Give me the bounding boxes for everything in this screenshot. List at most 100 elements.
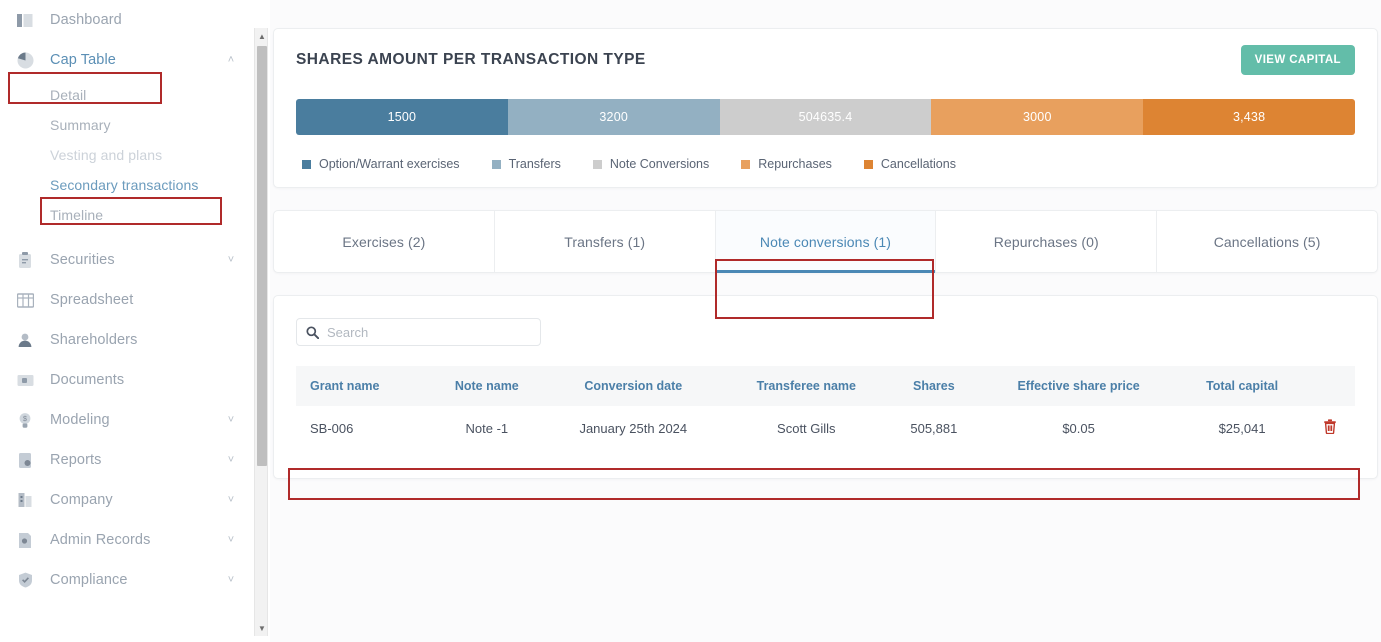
table-header: Grant name Note name Conversion date Tra… xyxy=(296,366,1355,406)
legend-swatch-icon xyxy=(863,159,873,169)
legend-item-repurchases[interactable]: Repurchases xyxy=(741,157,832,171)
tab-note-conversions[interactable]: Note conversions (1) xyxy=(715,211,937,273)
tab-label: Transfers (1) xyxy=(564,233,646,250)
sidebar-item-spreadsheet[interactable]: Spreadsheet xyxy=(0,280,252,320)
search-box[interactable] xyxy=(296,318,541,346)
chevron-down-icon[interactable]: ˅ xyxy=(220,534,242,546)
cell-conversion-date: January 25th 2024 xyxy=(579,420,688,436)
search-icon xyxy=(306,325,319,339)
sidebar-subitem-label: Secondary transactions xyxy=(50,177,199,193)
cell-effective-share-price: $0.05 xyxy=(1062,420,1095,436)
column-header-total-capital[interactable]: Total capital xyxy=(1179,366,1305,406)
sidebar-item-label: Spreadsheet xyxy=(50,292,134,308)
legend-item-transfers[interactable]: Transfers xyxy=(491,157,561,171)
legend-item-cancellations[interactable]: Cancellations xyxy=(863,157,956,171)
cell-total-capital: $25,041 xyxy=(1218,420,1266,436)
chevron-down-icon[interactable]: ˅ xyxy=(220,454,242,466)
bar-segment-value: 3200 xyxy=(599,110,628,124)
admin-icon xyxy=(14,529,36,551)
tab-label: Note conversions (1) xyxy=(759,233,892,250)
chevron-down-icon[interactable]: ˅ xyxy=(220,494,242,506)
lightbulb-icon: $ xyxy=(14,409,36,431)
bar-segment-value: 3,438 xyxy=(1232,110,1266,124)
column-header-conversion-date[interactable]: Conversion date xyxy=(543,366,723,406)
column-header-actions xyxy=(1305,366,1355,406)
bar-segment-value: 3000 xyxy=(1022,110,1052,124)
shares-chart-card: SHARES AMOUNT PER TRANSACTION TYPE VIEW … xyxy=(273,28,1378,188)
legend-label: Option/Warrant exercises xyxy=(319,157,460,171)
legend-label: Note Conversions xyxy=(609,157,710,171)
tab-exercises[interactable]: Exercises (2) xyxy=(274,211,495,272)
sidebar-item-label: Admin Records xyxy=(50,532,151,548)
sidebar-subitem-vesting-and-plans[interactable]: Vesting and plans xyxy=(0,140,252,170)
sidebar-subitem-label: Summary xyxy=(50,117,111,133)
column-header-shares[interactable]: Shares xyxy=(889,366,979,406)
search-input[interactable] xyxy=(327,324,531,340)
legend-label: Cancellations xyxy=(880,157,956,171)
sidebar-scrollbar[interactable]: ▲ ▼ xyxy=(254,28,268,636)
sidebar-subitem-secondary-transactions[interactable]: Secondary transactions xyxy=(0,170,252,200)
chevron-up-icon[interactable]: ˄ xyxy=(220,54,242,66)
trash-icon[interactable] xyxy=(1323,419,1337,434)
sidebar-item-documents[interactable]: Documents xyxy=(0,360,252,400)
tab-transfers[interactable]: Transfers (1) xyxy=(495,211,716,272)
scroll-down-arrow-icon[interactable]: ▼ xyxy=(255,620,269,636)
sidebar-item-dashboard[interactable]: Dashboard xyxy=(0,0,252,40)
sidebar-item-company[interactable]: Company ˅ xyxy=(0,480,252,520)
cell-shares: 505,881 xyxy=(910,420,958,436)
bar-segment-transfers[interactable]: 3200 xyxy=(507,99,720,135)
stacked-bar-chart: 1500 3200 504635.4 3000 3,438 xyxy=(296,99,1355,135)
note-conversions-table-card: Grant name Note name Conversion date Tra… xyxy=(273,295,1378,479)
legend-swatch-icon xyxy=(592,159,602,169)
tab-cancellations[interactable]: Cancellations (5) xyxy=(1157,211,1377,272)
sidebar-item-reports[interactable]: Reports ˅ xyxy=(0,440,252,480)
cell-actions xyxy=(1305,406,1355,450)
sidebar-subitem-detail[interactable]: Detail xyxy=(0,80,252,110)
sidebar-subitem-timeline[interactable]: Timeline xyxy=(0,200,252,230)
tab-label: Repurchases (0) xyxy=(993,233,1099,250)
column-header-effective-share-price[interactable]: Effective share price xyxy=(978,366,1180,406)
column-header-note-name[interactable]: Note name xyxy=(429,366,544,406)
sidebar-item-label: Reports xyxy=(50,452,102,468)
scrollbar-thumb[interactable] xyxy=(257,46,267,466)
tab-label: Cancellations (5) xyxy=(1213,233,1321,250)
sidebar-item-cap-table[interactable]: Cap Table ˄ xyxy=(0,40,252,80)
column-header-grant-name[interactable]: Grant name xyxy=(296,366,430,406)
table-body: SB-006 Note -1 January 25th 2024 Scott G… xyxy=(296,406,1355,450)
cell-transferee-name: Scott Gills xyxy=(777,420,836,436)
legend-item-option-warrant-exercises[interactable]: Option/Warrant exercises xyxy=(302,157,460,171)
chevron-down-icon[interactable]: ˅ xyxy=(220,254,242,266)
table-header-row: Grant name Note name Conversion date Tra… xyxy=(296,366,1355,406)
bar-segment-repurchases[interactable]: 3000 xyxy=(931,99,1144,135)
user-icon xyxy=(14,329,36,351)
cell-grant-name: SB-006 xyxy=(310,420,354,436)
shield-check-icon xyxy=(14,569,36,591)
table-row[interactable]: SB-006 Note -1 January 25th 2024 Scott G… xyxy=(296,406,1355,450)
column-header-transferee-name[interactable]: Transferee name xyxy=(722,366,890,406)
sidebar-item-compliance[interactable]: Compliance ˅ xyxy=(0,560,252,600)
sidebar: Dashboard Cap Table ˄ Detail Summary Ves… xyxy=(0,0,252,642)
folder-icon xyxy=(14,369,36,391)
tab-repurchases[interactable]: Repurchases (0) xyxy=(936,211,1158,272)
sidebar-item-label: Modeling xyxy=(50,412,110,428)
bar-segment-cancellations[interactable]: 3,438 xyxy=(1143,99,1355,135)
svg-text:$: $ xyxy=(23,416,27,423)
legend-item-note-conversions[interactable]: Note Conversions xyxy=(592,157,710,171)
bar-segment-note-conversions[interactable]: 504635.4 xyxy=(719,99,932,135)
sidebar-item-modeling[interactable]: $ Modeling ˅ xyxy=(0,400,252,440)
view-capital-button[interactable]: VIEW CAPITAL xyxy=(1240,45,1355,75)
sidebar-item-securities[interactable]: Securities ˅ xyxy=(0,240,252,280)
clipboard-icon xyxy=(14,249,36,271)
chevron-down-icon[interactable]: ˅ xyxy=(220,414,242,426)
bar-segment-option-warrant-exercises[interactable]: 1500 xyxy=(296,99,508,135)
sidebar-subitem-summary[interactable]: Summary xyxy=(0,110,252,140)
scroll-up-arrow-icon[interactable]: ▲ xyxy=(255,28,269,44)
sidebar-subitem-label: Detail xyxy=(50,87,87,103)
note-conversions-table: Grant name Note name Conversion date Tra… xyxy=(296,366,1355,450)
sidebar-item-label: Compliance xyxy=(50,572,128,588)
report-icon xyxy=(14,449,36,471)
chevron-down-icon[interactable]: ˅ xyxy=(220,574,242,586)
sidebar-item-admin-records[interactable]: Admin Records ˅ xyxy=(0,520,252,560)
legend-swatch-icon xyxy=(491,159,501,169)
sidebar-item-shareholders[interactable]: Shareholders xyxy=(0,320,252,360)
